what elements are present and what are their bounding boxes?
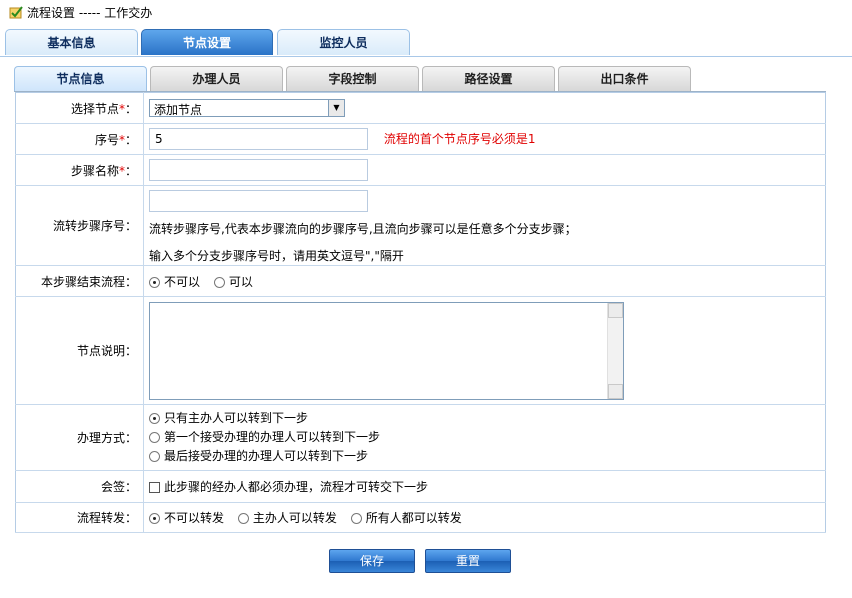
tab-field-control[interactable]: 字段控制 xyxy=(286,66,419,91)
option-can-end: 可以 xyxy=(228,274,253,289)
tab-exit-conditions[interactable]: 出口条件 xyxy=(558,66,691,91)
radio-handle-first-accept[interactable] xyxy=(149,432,160,443)
option-forward-main: 主办人可以转发 xyxy=(252,511,337,525)
row-select-node: 选择节点*： 添加节点 ▼ xyxy=(15,92,826,124)
node-select[interactable]: 添加节点 ▼ xyxy=(149,99,345,117)
next-step-desc-1: 流转步骤序号,代表本步骤流向的步骤序号,且流向步骤可以是任意多个分支步骤； xyxy=(149,221,577,236)
radio-forward-all[interactable] xyxy=(350,513,362,524)
next-step-desc-2: 输入多个分支步骤序号时，请用英文逗号","隔开 xyxy=(149,248,404,263)
radio-cannot-end[interactable] xyxy=(149,276,160,288)
row-step-name: 步骤名称*： xyxy=(15,154,826,186)
row-next-step: 流转步骤序号： 流转步骤序号,代表本步骤流向的步骤序号,且流向步骤可以是任意多个… xyxy=(15,185,826,266)
step-name-input[interactable] xyxy=(149,159,368,181)
radio-handle-last-accept[interactable] xyxy=(149,451,160,462)
row-seq-no: 序号*： 5 流程的首个节点序号必须是1 xyxy=(15,123,826,155)
tab-basic-info[interactable]: 基本信息 xyxy=(5,29,138,55)
row-node-desc: 节点说明： xyxy=(15,296,826,405)
handle-mode-label: 办理方式： xyxy=(15,404,144,471)
vertical-scrollbar[interactable] xyxy=(607,302,623,399)
scroll-up-arrow-icon[interactable] xyxy=(608,302,623,318)
select-node-label: 选择节点*： xyxy=(15,92,144,124)
radio-can-end[interactable] xyxy=(213,276,225,288)
option-cannot-end: 不可以 xyxy=(164,274,201,289)
radio-forward-none[interactable] xyxy=(149,513,160,524)
node-form: 选择节点*： 添加节点 ▼ 序号*： 5 流程的首个节点序号必须是1 步骤名称*… xyxy=(15,92,826,533)
row-handle-mode: 办理方式： 只有主办人可以转到下一步 第一个接受办理的办理人可以转到下一步 最后… xyxy=(15,404,826,471)
countersign-label: 会签： xyxy=(15,470,144,503)
node-select-value: 添加节点 xyxy=(154,103,203,117)
seq-no-label: 序号*： xyxy=(15,123,144,155)
checklist-icon xyxy=(9,6,23,19)
radio-forward-main[interactable] xyxy=(237,513,249,524)
step-name-label: 步骤名称*： xyxy=(15,154,144,186)
option-forward-none: 不可以转发 xyxy=(164,511,225,525)
reset-button[interactable]: 重置 xyxy=(425,549,511,573)
next-step-label: 流转步骤序号： xyxy=(15,185,144,266)
forward-label: 流程转发： xyxy=(15,502,144,533)
countersign-checkbox[interactable] xyxy=(149,482,160,493)
can-end-label: 本步骤结束流程： xyxy=(15,265,144,297)
option-handle-last-accept: 最后接受办理的办理人可以转到下一步 xyxy=(164,449,369,463)
next-step-input[interactable] xyxy=(149,189,368,212)
row-can-end: 本步骤结束流程： 不可以 可以 xyxy=(15,265,826,297)
row-countersign: 会签： 此步骤的经办人都必须办理，流程才可转交下一步 xyxy=(15,470,826,503)
option-handle-first-accept: 第一个接受办理的办理人可以转到下一步 xyxy=(164,430,381,444)
tab-handlers[interactable]: 办理人员 xyxy=(150,66,283,91)
node-desc-textarea[interactable] xyxy=(149,301,624,400)
chevron-down-icon[interactable]: ▼ xyxy=(328,100,344,116)
sub-tab-bar: 节点信息 办理人员 字段控制 路径设置 出口条件 xyxy=(14,66,826,92)
option-forward-all: 所有人都可以转发 xyxy=(365,511,462,525)
scroll-down-arrow-icon[interactable] xyxy=(608,383,623,399)
option-handle-main-only: 只有主办人可以转到下一步 xyxy=(164,411,309,425)
radio-handle-main-only[interactable] xyxy=(149,413,160,424)
seq-no-input[interactable]: 5 xyxy=(149,128,368,150)
row-forward: 流程转发： 不可以转发 主办人可以转发 所有人都可以转发 xyxy=(15,502,826,533)
countersign-option: 此步骤的经办人都必须办理，流程才可转交下一步 xyxy=(164,480,429,494)
tab-monitors[interactable]: 监控人员 xyxy=(277,29,410,55)
tab-path-settings[interactable]: 路径设置 xyxy=(422,66,555,91)
tab-node-info[interactable]: 节点信息 xyxy=(14,66,147,91)
node-desc-label: 节点说明： xyxy=(15,296,144,405)
top-tab-bar: 基本信息 节点设置 监控人员 xyxy=(0,29,852,57)
save-button[interactable]: 保存 xyxy=(329,549,415,573)
page-title: 流程设置 ----- 工作交办 xyxy=(27,5,153,20)
page-header: 流程设置 ----- 工作交办 xyxy=(9,4,152,20)
seq-no-hint: 流程的首个节点序号必须是1 xyxy=(383,131,536,146)
tab-node-settings[interactable]: 节点设置 xyxy=(141,29,273,55)
